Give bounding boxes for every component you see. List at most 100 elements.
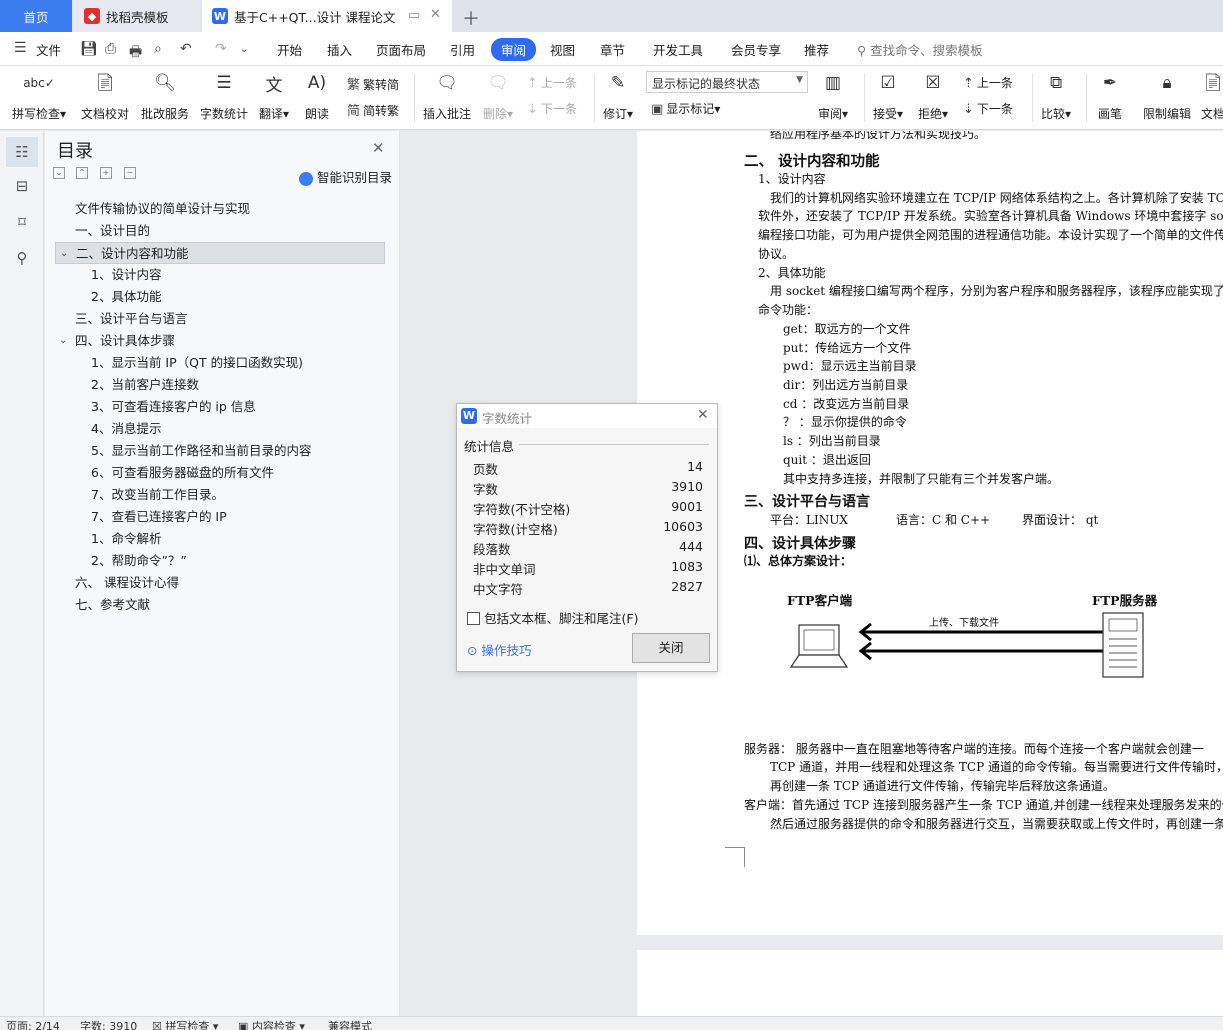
toc-item[interactable]: 1、显示当前 IP（QT 的接口函数实现) xyxy=(55,352,385,374)
prev-change-button[interactable]: ⇡上一条 xyxy=(963,74,1013,91)
read-aloud-button[interactable]: A)朗读 xyxy=(304,70,330,122)
include-textbox-checkbox[interactable]: 包括文本框、脚注和尾注(F) xyxy=(467,608,638,627)
translate-button[interactable]: 文翻译▾ xyxy=(259,70,289,122)
insert-comment-button[interactable]: 🗨︎插入批注 xyxy=(423,70,471,122)
menu-review[interactable]: 审阅 xyxy=(491,38,536,61)
insert-comment-label: 插入批注 xyxy=(423,105,471,122)
toc-item-selected[interactable]: ⌄二、设计内容和功能 xyxy=(55,242,385,264)
toc-item[interactable]: 3、可查看连接客户的 ip 信息 xyxy=(55,396,385,418)
add-heading-icon[interactable]: + xyxy=(100,167,112,179)
document-page[interactable]: 络应用程序基本的设计方法和实现技巧。 二、 设计内容和功能 1、设计内容 我们的… xyxy=(637,131,1223,935)
close-icon[interactable]: ✕ xyxy=(372,139,385,157)
close-icon[interactable]: ✕ xyxy=(697,407,709,423)
restrict-edit-button[interactable]: 🔒︎限制编辑 xyxy=(1143,70,1191,122)
close-button[interactable]: 关闭 xyxy=(632,633,710,663)
toc-item[interactable]: 2、当前客户连接数 xyxy=(55,374,385,396)
menu-developer[interactable]: 开发工具 xyxy=(653,40,703,59)
toc-item[interactable]: 1、设计内容 xyxy=(55,264,385,286)
tab-document[interactable]: W 基于C++QT...设计 课程论文 ▭ ✕ xyxy=(202,0,452,32)
trad-to-simp-button[interactable]: 繁繁转简 xyxy=(347,74,399,93)
track-changes-button[interactable]: ✎修订▾ xyxy=(603,70,633,122)
ftp-diagram xyxy=(787,611,1167,683)
doc-permission-button[interactable]: 📄︎文档 xyxy=(1200,70,1223,122)
menu-member[interactable]: 会员专享 xyxy=(731,40,781,59)
menu-start[interactable]: 开始 xyxy=(277,40,302,59)
remove-heading-icon[interactable]: − xyxy=(124,167,136,179)
reject-button[interactable]: ☒拒绝▾ xyxy=(918,70,948,122)
doc-proof-button[interactable]: 📄︎文档校对 xyxy=(81,70,129,122)
toc-item[interactable]: 七、参考文献 xyxy=(55,594,385,616)
toc-item[interactable]: 2、帮助命令”？” xyxy=(55,550,385,572)
bookmark-icon[interactable]: ⌑ xyxy=(12,213,32,233)
menu-recommend[interactable]: 推荐 xyxy=(804,40,829,59)
spellcheck-button[interactable]: abc✓拼写检查▾ xyxy=(12,70,66,122)
toc-item[interactable]: 2、具体功能 xyxy=(55,286,385,308)
tips-label: 操作技巧 xyxy=(481,643,531,658)
markup-state-select[interactable]: 显示标记的最终状态▼ xyxy=(646,71,808,93)
compare-button[interactable]: ⧉比较▾ xyxy=(1041,70,1071,122)
spellcheck-status[interactable]: ☒ 拼写检查 ▾ xyxy=(152,1018,218,1030)
tab-docer[interactable]: ◆ 找稻壳模板 xyxy=(74,0,200,32)
toc-item[interactable]: 5、显示当前工作路径和当前目录的内容 xyxy=(55,440,385,462)
toc-item[interactable]: 一、设计目的 xyxy=(55,220,385,242)
content-check-status[interactable]: ▣ 内容检查 ▾ xyxy=(238,1018,305,1030)
export-pdf-icon[interactable]: ⎙ xyxy=(105,41,116,57)
batch-service-button[interactable]: 🔍︎批改服务 xyxy=(141,70,189,122)
toc-item[interactable]: 7、改变当前工作目录。 xyxy=(55,484,385,506)
simp-to-trad-button[interactable]: 简简转繁 xyxy=(347,100,399,119)
trad-simp-icon: 繁 xyxy=(347,78,360,93)
dialog-titlebar[interactable]: W 字数统计 ✕ xyxy=(457,404,717,428)
chapter-nav-icon[interactable]: ⊟ xyxy=(12,177,32,197)
menu-references[interactable]: 引用 xyxy=(450,40,475,59)
close-tab-icon[interactable]: ✕ xyxy=(430,7,441,22)
tab-home[interactable]: 首页 xyxy=(0,0,72,32)
print-preview-icon[interactable]: ⌕ xyxy=(154,41,162,57)
show-markup-button[interactable]: ▣显示标记▾ xyxy=(651,100,720,117)
save-icon[interactable]: 💾︎ xyxy=(80,41,98,57)
simp-to-trad-label: 简转繁 xyxy=(363,104,399,118)
toc-item[interactable]: 三、设计平台与语言 xyxy=(55,308,385,330)
collapse-all-icon[interactable]: ⌄ xyxy=(53,167,65,179)
chevron-down-icon[interactable]: ⌄ xyxy=(59,330,67,352)
word-count-indicator[interactable]: 字数: 3910 xyxy=(80,1018,137,1030)
new-tab-icon[interactable]: ＋ xyxy=(462,5,480,31)
next-change-button[interactable]: ⇣下一条 xyxy=(963,100,1013,117)
word-count-button[interactable]: ☰字数统计 xyxy=(200,70,248,122)
tips-link[interactable]: ⊙ 操作技巧 xyxy=(467,640,531,659)
toc-item[interactable]: 7、查看已连接客户的 IP xyxy=(55,506,385,528)
toc-pane-icon[interactable]: ☷ xyxy=(6,137,38,167)
toc-item[interactable]: 六、 课程设计心得 xyxy=(55,572,385,594)
menu-chapter[interactable]: 章节 xyxy=(600,40,625,59)
menu-file[interactable]: 文件 xyxy=(36,40,61,59)
stat-label: 字符数(计空格) xyxy=(473,522,558,537)
ribbon-divider xyxy=(1032,74,1033,122)
delete-comment-button[interactable]: 🗨︎删除▾ xyxy=(483,70,513,122)
toc-item[interactable]: 文件传输协议的简单设计与实现 xyxy=(55,198,385,220)
prev-comment-button[interactable]: ⇡上一条 xyxy=(527,74,577,91)
redo-icon[interactable]: ↷ xyxy=(215,41,227,57)
print-icon[interactable]: 🖶︎ xyxy=(129,41,142,65)
menu-view[interactable]: 视图 xyxy=(550,40,575,59)
toc-item[interactable]: 6、可查看服务器磁盘的所有文件 xyxy=(55,462,385,484)
chevron-down-icon[interactable]: ⌄ xyxy=(60,243,68,265)
ink-button[interactable]: ✒画笔 xyxy=(1097,70,1123,122)
search-icon[interactable]: ⚲ xyxy=(12,249,32,269)
hamburger-icon[interactable]: ☰ xyxy=(14,40,27,56)
command-search[interactable]: ⚲ 查找命令、搜索模板 xyxy=(857,40,983,59)
accept-button[interactable]: ☑接受▾ xyxy=(873,70,903,122)
checkbox-box[interactable] xyxy=(467,612,480,625)
review-pane-button[interactable]: ▥审阅▾ xyxy=(818,70,848,122)
pin-icon[interactable]: ▭ xyxy=(408,8,420,23)
page-indicator[interactable]: 页面: 2/14 xyxy=(6,1018,60,1030)
menu-insert[interactable]: 插入 xyxy=(327,40,352,59)
menu-page-layout[interactable]: 页面布局 xyxy=(376,40,426,59)
toc-item[interactable]: ⌄四、设计具体步骤 xyxy=(55,330,385,352)
expand-up-icon[interactable]: ⌃ xyxy=(76,167,88,179)
next-comment-button[interactable]: ⇣下一条 xyxy=(527,100,577,117)
smart-toc-button[interactable]: 智能识别目录 xyxy=(299,167,392,186)
undo-icon[interactable]: ↶ xyxy=(180,41,192,57)
quick-access-dropdown-icon[interactable]: ⌄ xyxy=(240,44,248,55)
toc-item[interactable]: 1、命令解析 xyxy=(55,528,385,550)
toc-item[interactable]: 4、消息提示 xyxy=(55,418,385,440)
document-page-next[interactable] xyxy=(637,950,1223,1016)
